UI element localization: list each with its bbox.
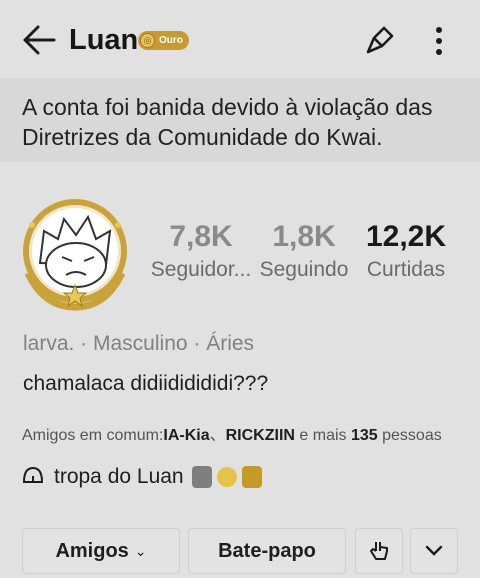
chevron-down-icon: ⌄ <box>134 542 147 559</box>
mutual-friend-2: RICKZIIN <box>225 427 295 444</box>
chevron-down-icon <box>425 545 443 556</box>
profile-info: larva. · Masculino · Áries <box>23 332 255 355</box>
mutual-count: 135 <box>350 427 378 444</box>
more-actions-button[interactable] <box>410 528 458 574</box>
likes-count: 12,2K <box>365 220 447 253</box>
mutual-friend-1: IA-Kia <box>163 427 210 444</box>
likes-label: Curtidas <box>366 258 446 281</box>
top-bar: Luan ◎ Ouro <box>0 0 480 78</box>
avatar[interactable] <box>14 195 136 317</box>
badge-label: Ouro <box>159 35 183 46</box>
mutual-friends[interactable]: Amigos em comum:IA-Kia、RICKZIIN e mais 1… <box>22 421 442 445</box>
page-title: Luan <box>69 24 139 56</box>
mutual-mid: e mais <box>294 427 351 444</box>
mutual-prefix: Amigos em comum: <box>22 427 164 444</box>
stat-followers[interactable]: 7,8K Seguidor... <box>144 220 258 282</box>
friends-button[interactable]: Amigos ⌄ <box>22 528 180 574</box>
coin-icon: ◎ <box>140 33 155 48</box>
back-arrow-icon[interactable] <box>22 24 56 56</box>
poke-button[interactable] <box>355 528 403 574</box>
stat-likes: 12,2K Curtidas <box>356 220 456 282</box>
stat-following[interactable]: 1,8K Seguindo <box>258 220 350 282</box>
hand-pointer-icon <box>370 542 388 560</box>
face-icon <box>216 467 237 487</box>
chat-button-label: Bate-papo <box>218 539 316 562</box>
group-icon <box>22 464 44 490</box>
mutual-suffix: pessoas <box>377 427 442 444</box>
friends-button-label: Amigos <box>55 539 129 562</box>
moai-icon <box>191 466 212 488</box>
followers-label: Seguidor... <box>150 258 252 281</box>
more-vertical-icon[interactable] <box>430 26 448 56</box>
trophy-icon <box>241 466 262 488</box>
ban-notice-text: A conta foi banida devido à violação das… <box>22 94 433 150</box>
following-label: Seguindo <box>259 258 349 281</box>
profile-bio: chamalaca didiididididi??? <box>23 372 269 395</box>
share-icon[interactable] <box>362 24 396 56</box>
followers-count: 7,8K <box>169 220 233 253</box>
chat-button[interactable]: Bate-papo <box>188 528 346 574</box>
mutual-separator: 、 <box>209 427 226 444</box>
gold-badge: ◎ Ouro <box>138 31 189 50</box>
following-count: 1,8K <box>272 220 336 253</box>
group-name: tropa do Luan <box>54 465 184 488</box>
group-link[interactable]: tropa do Luan <box>22 464 262 490</box>
